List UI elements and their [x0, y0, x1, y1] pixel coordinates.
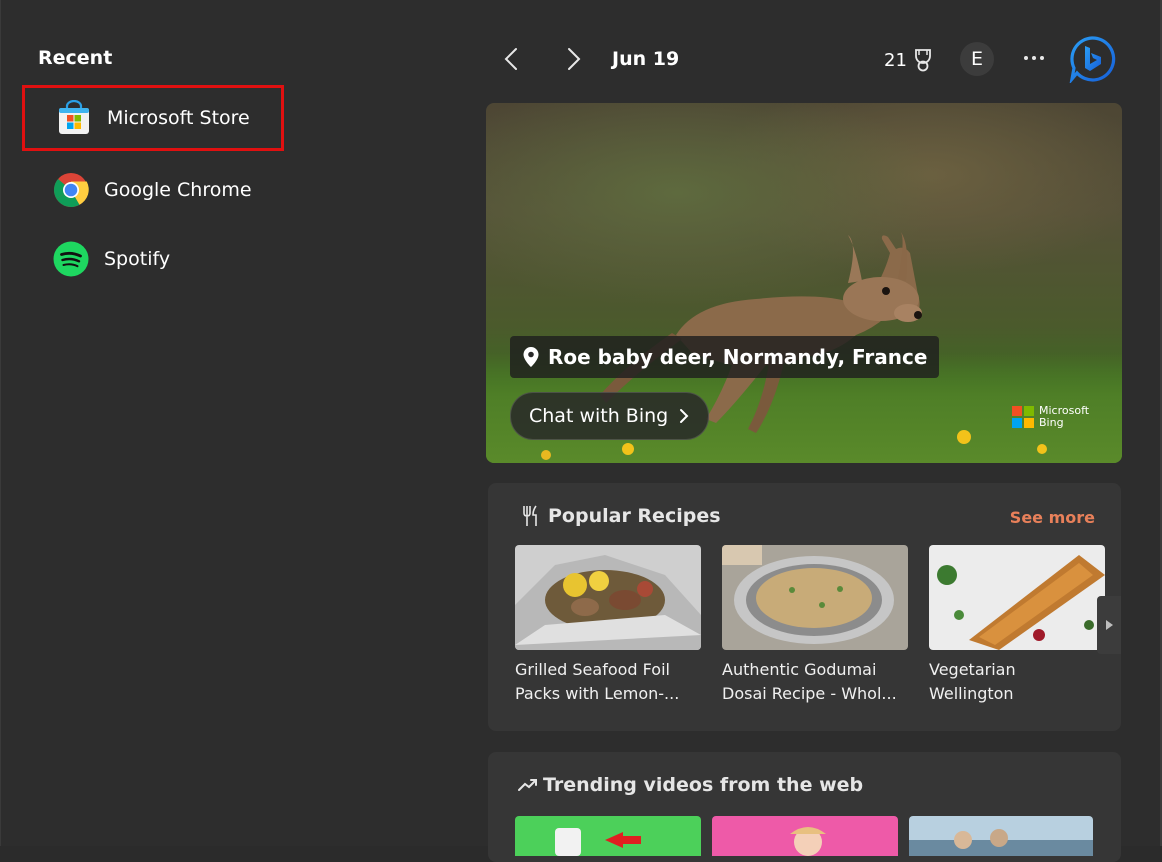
recipe-card[interactable]: Authentic Godumai Dosai Recipe - Whol... — [722, 545, 908, 706]
recipe-image — [722, 545, 908, 650]
recipe-image — [929, 545, 1105, 650]
video-thumbnail[interactable] — [712, 816, 898, 856]
recipe-title-line: Vegetarian Wellington — [929, 660, 1016, 703]
video-thumbnail[interactable] — [909, 816, 1093, 856]
microsoft-store-icon — [56, 99, 92, 136]
recipe-title-line: Authentic Godumai — [722, 660, 877, 679]
recipe-title: Vegetarian Wellington — [929, 658, 1105, 706]
popular-recipes-card: Popular Recipes See more Grilled Seafood… — [488, 483, 1121, 731]
recent-item-spotify[interactable]: Spotify — [22, 226, 284, 292]
ellipsis-icon — [1024, 56, 1044, 60]
see-more-link[interactable]: See more — [1010, 508, 1095, 527]
chat-with-bing-button[interactable]: Chat with Bing — [510, 392, 710, 440]
video-thumbnail[interactable] — [515, 816, 701, 856]
chrome-icon — [53, 172, 89, 208]
back-button[interactable] — [497, 44, 527, 74]
microsoft-logo-icon — [1012, 406, 1034, 428]
recipe-title-line: Grilled Seafood Foil — [515, 660, 670, 679]
recent-item-label: Spotify — [104, 248, 171, 270]
chevron-right-icon — [680, 409, 689, 423]
chat-with-bing-label: Chat with Bing — [529, 405, 669, 427]
recipe-title-line: Packs with Lemon-... — [515, 684, 680, 703]
caret-right-icon — [1106, 620, 1113, 630]
recipe-image — [515, 545, 701, 650]
trophy-icon — [915, 49, 931, 72]
avatar[interactable]: E — [960, 42, 994, 76]
bing-chat-button[interactable] — [1068, 35, 1116, 85]
chevron-right-icon — [568, 48, 581, 70]
brand-line-2: Bing — [1039, 416, 1064, 429]
location-text: Roe baby deer, Normandy, France — [548, 345, 928, 369]
image-location-label[interactable]: Roe baby deer, Normandy, France — [510, 336, 940, 378]
recent-heading: Recent — [38, 47, 113, 69]
forward-button[interactable] — [558, 44, 588, 74]
recipe-card[interactable]: Grilled Seafood Foil Packs with Lemon-..… — [515, 545, 701, 706]
recent-item-microsoft-store[interactable]: Microsoft Store — [22, 85, 284, 151]
recipe-title: Grilled Seafood Foil Packs with Lemon-..… — [515, 658, 701, 706]
recipes-title: Popular Recipes — [548, 505, 721, 527]
recipe-title-line: Dosai Recipe - Whol... — [722, 684, 897, 703]
recent-item-label: Microsoft Store — [107, 107, 250, 129]
recent-item-google-chrome[interactable]: Google Chrome — [22, 157, 284, 223]
trending-title: Trending videos from the web — [543, 774, 864, 796]
trending-up-icon — [518, 779, 537, 791]
spotify-icon — [53, 241, 89, 277]
more-options-button[interactable] — [1020, 44, 1048, 72]
chevron-left-icon — [504, 48, 517, 70]
hero-image-card[interactable]: Roe baby deer, Normandy, France Chat wit… — [486, 103, 1122, 463]
fork-knife-icon — [523, 505, 537, 526]
recent-item-label: Google Chrome — [104, 179, 252, 201]
location-pin-icon — [523, 347, 539, 367]
microsoft-bing-logo: Microsoft Bing — [1012, 405, 1089, 429]
rewards-points: 21 — [884, 49, 907, 71]
trending-heading: Trending videos from the web — [517, 774, 863, 796]
recipes-heading: Popular Recipes — [520, 504, 721, 528]
date-label: Jun 19 — [612, 48, 680, 70]
rewards-button[interactable]: 21 — [884, 47, 936, 73]
recipe-card[interactable]: Vegetarian Wellington — [929, 545, 1105, 706]
bing-icon — [1069, 36, 1116, 85]
recipe-title: Authentic Godumai Dosai Recipe - Whol... — [722, 658, 908, 706]
recipes-next-button[interactable] — [1097, 596, 1121, 654]
